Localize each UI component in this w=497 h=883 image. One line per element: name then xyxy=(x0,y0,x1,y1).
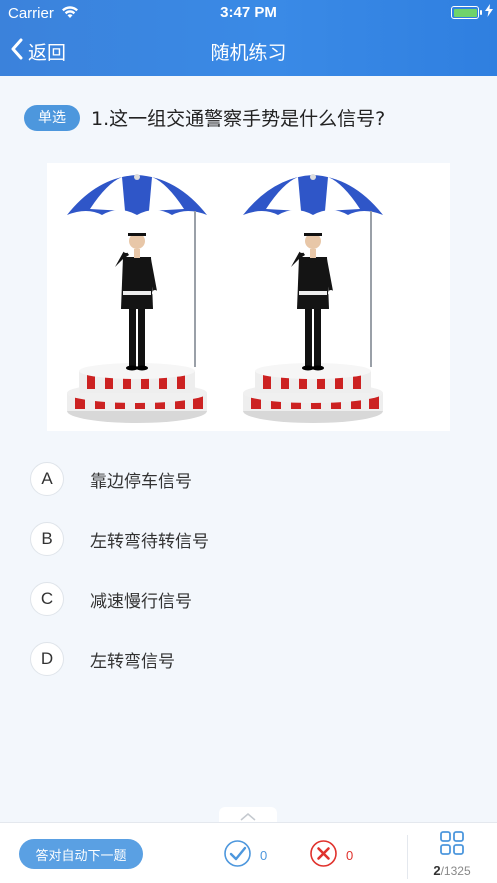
option-key: D xyxy=(30,642,64,676)
question-type-badge: 单选 xyxy=(24,104,80,131)
charging-bolt-icon xyxy=(485,4,493,21)
question-text: 1.这一组交通警察手势是什么信号? xyxy=(91,108,386,130)
option-key: C xyxy=(30,582,64,616)
page-title: 随机练习 xyxy=(210,42,287,64)
option-text: 左转弯待转信号 xyxy=(90,531,209,552)
battery-level xyxy=(453,8,477,17)
option-key: B xyxy=(30,522,64,556)
wrong-count-button[interactable]: 0 xyxy=(310,840,353,871)
total-questions: /1325 xyxy=(440,864,471,878)
option-text: 减速慢行信号 xyxy=(90,591,192,612)
nav-bar: 返回 随机练习 xyxy=(0,26,497,76)
option-text: 左转弯信号 xyxy=(90,651,175,672)
battery-icon xyxy=(451,6,482,19)
traffic-police-gesture-image xyxy=(47,163,450,431)
x-circle-icon xyxy=(310,840,337,871)
option-a[interactable]: A 靠边停车信号 xyxy=(30,459,192,499)
status-bar: Carrier 3:47 PM xyxy=(0,0,497,26)
correct-count: 0 xyxy=(260,848,268,863)
wrong-count: 0 xyxy=(346,848,354,863)
grid-icon xyxy=(440,831,464,859)
option-c[interactable]: C 减速慢行信号 xyxy=(30,579,192,619)
expand-panel-button[interactable] xyxy=(219,807,277,823)
bottom-toolbar: 答对自动下一题 0 0 2/1325 xyxy=(0,822,497,883)
status-time: 3:47 PM xyxy=(220,4,277,21)
current-question-number: 2 xyxy=(433,863,441,878)
toolbar-divider xyxy=(407,835,408,879)
correct-count-button[interactable]: 0 xyxy=(224,840,267,871)
option-d[interactable]: D 左转弯信号 xyxy=(30,639,175,679)
app-header: Carrier 3:47 PM 返回 随机练习 xyxy=(0,0,497,76)
question-progress: 2/1325 xyxy=(420,863,484,878)
auto-next-toggle[interactable]: 答对自动下一题 xyxy=(19,839,143,869)
option-b[interactable]: B 左转弯待转信号 xyxy=(30,519,209,559)
option-text: 靠边停车信号 xyxy=(90,471,192,492)
check-circle-icon xyxy=(224,840,251,871)
question-header: 单选 1.这一组交通警察手势是什么信号? xyxy=(24,104,385,131)
question-area: 单选 1.这一组交通警察手势是什么信号? A 靠边停车信号 B 左转弯待转信号 … xyxy=(0,76,497,823)
question-grid-button[interactable]: 2/1325 xyxy=(420,829,484,881)
option-key: A xyxy=(30,462,64,496)
